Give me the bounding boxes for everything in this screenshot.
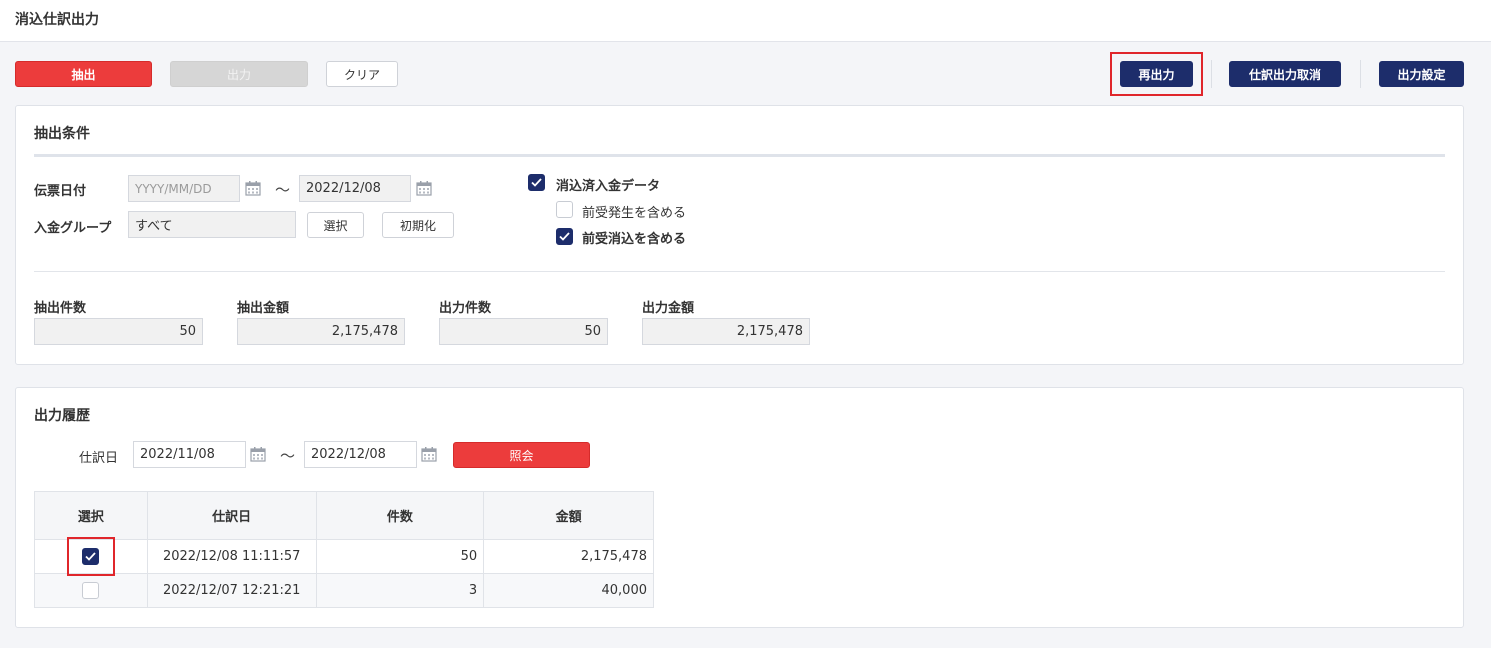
reset-group-button[interactable]: 初期化 [382,212,454,238]
row-count: 50 [315,539,485,574]
row-journal-date: 2022/12/08 11:11:57 [146,539,317,574]
column-header-count: 件数 [315,491,485,540]
reconciled-checkbox[interactable] [528,174,545,191]
extract-count-value: 50 [34,318,203,345]
output-button[interactable]: 出力 [170,61,308,87]
journal-date-to-field[interactable]: 2022/12/08 [304,441,417,468]
output-count-label: 出力件数 [439,301,492,316]
calendar-icon[interactable] [245,181,261,196]
column-header-amount: 金額 [483,491,654,540]
toolbar-divider [1211,60,1212,88]
column-header-select: 選択 [34,491,148,540]
checkmark-icon [531,178,542,187]
extract-amount-value: 2,175,478 [237,318,405,345]
extract-amount-label: 抽出金額 [237,301,290,316]
cancel-output-button[interactable]: 仕訳出力取消 [1229,61,1341,87]
advance-occur-label: 前受発生を含める [582,206,687,221]
calendar-icon[interactable] [250,447,266,462]
history-table: 選択 仕訳日 件数 金額 2022/12/08 11:11:57 50 2,17… [34,491,654,608]
deposit-group-label: 入金グループ [34,221,112,236]
row-amount: 40,000 [483,573,654,608]
output-amount-label: 出力金額 [642,301,695,316]
row-count: 3 [315,573,485,608]
table-row[interactable]: 2022/12/08 11:11:57 50 2,175,478 [34,537,654,576]
header-bar: 消込仕訳出力 [0,0,1491,42]
conditions-title: 抽出条件 [34,126,90,142]
reconciled-label: 消込済入金データ [556,179,661,194]
slip-date-to-field[interactable]: 2022/12/08 [299,175,411,202]
calendar-icon[interactable] [416,181,432,196]
row-amount: 2,175,478 [483,539,654,574]
select-group-button[interactable]: 選択 [307,212,364,238]
calendar-icon[interactable] [421,447,437,462]
toolbar-divider [1360,60,1361,88]
advance-clear-checkbox[interactable] [556,228,573,245]
output-amount-value: 2,175,478 [642,318,810,345]
page-title: 消込仕訳出力 [15,12,99,28]
column-header-journal-date: 仕訳日 [146,491,317,540]
output-count-value: 50 [439,318,608,345]
row-select-checkbox[interactable] [82,548,100,565]
table-row[interactable]: 2022/12/07 12:21:21 3 40,000 [34,573,654,608]
slip-date-label: 伝票日付 [34,184,87,199]
output-settings-button[interactable]: 出力設定 [1379,61,1464,87]
reoutput-button[interactable]: 再出力 [1120,61,1193,87]
slip-date-from-field[interactable]: YYYY/MM/DD [128,175,240,202]
row-journal-date: 2022/12/07 12:21:21 [146,573,317,608]
extract-count-label: 抽出件数 [34,301,87,316]
row-select-checkbox[interactable] [82,582,100,599]
clear-button[interactable]: クリア [326,61,398,87]
advance-clear-label: 前受消込を含める [582,232,687,247]
title-underline [34,154,1445,157]
divider [34,271,1445,272]
extract-button[interactable]: 抽出 [15,61,152,87]
journal-date-from-field[interactable]: 2022/11/08 [133,441,246,468]
row-select-cell [34,537,148,576]
range-tilde: ～ [280,447,296,465]
checkmark-icon [559,232,570,241]
checkmark-icon [85,552,97,561]
advance-occur-checkbox[interactable] [556,201,573,218]
range-tilde: ～ [275,181,291,199]
query-button[interactable]: 照会 [453,442,590,468]
journal-date-label: 仕訳日 [79,451,119,466]
deposit-group-field: すべて [128,211,296,238]
history-title: 出力履歴 [34,408,90,424]
row-select-cell [34,573,148,608]
